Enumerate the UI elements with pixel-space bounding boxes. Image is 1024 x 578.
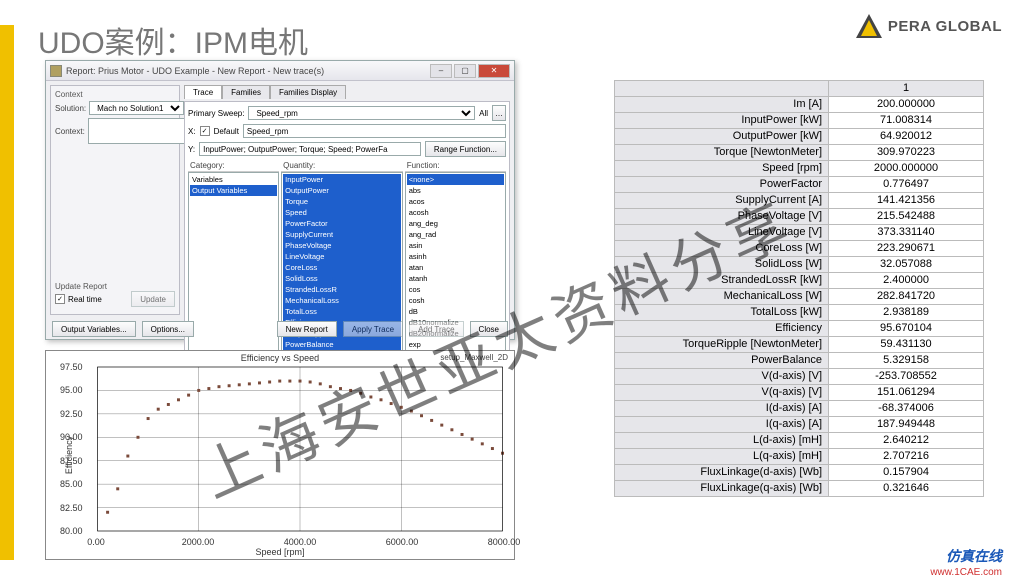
close-button[interactable]: ✕: [478, 64, 510, 78]
sweep-all-label: All: [479, 109, 488, 118]
table-row: Efficiency95.670104: [615, 321, 984, 337]
quantity-header: Quantity:: [281, 160, 403, 172]
options-button[interactable]: Options...: [142, 321, 194, 337]
efficiency-chart: Efficiency vs Speed setup_Maxwell_2D Eff…: [45, 350, 515, 560]
table-row: L(q-axis) [mH]2.707216: [615, 449, 984, 465]
close-dialog-button[interactable]: Close: [470, 321, 508, 337]
update-group-label: Update Report: [55, 282, 175, 291]
table-row: TorqueRipple [NewtonMeter]59.431130: [615, 337, 984, 353]
chart-legend: setup_Maxwell_2D: [440, 353, 508, 362]
table-row: LineVoltage [V]373.331140: [615, 225, 984, 241]
table-row: FluxLinkage(q-axis) [Wb]0.321646: [615, 481, 984, 497]
minimize-button[interactable]: –: [430, 64, 452, 78]
sweep-more-button[interactable]: …: [492, 105, 506, 121]
table-row: StrandedLossR [kW]2.400000: [615, 273, 984, 289]
table-row: OutputPower [kW]64.920012: [615, 129, 984, 145]
dialog-icon: [50, 65, 62, 77]
table-row: SolidLoss [W]32.057088: [615, 257, 984, 273]
sweep-combo[interactable]: Speed_rpm: [248, 106, 475, 120]
update-button[interactable]: Update: [131, 291, 175, 307]
context-group-label: Context: [55, 90, 175, 99]
table-row: PowerBalance5.329158: [615, 353, 984, 369]
table-row: V(d-axis) [V]-253.708552: [615, 369, 984, 385]
table-row: Torque [NewtonMeter]309.970223: [615, 145, 984, 161]
logo-icon: [856, 14, 882, 38]
table-row: SupplyCurrent [A]141.421356: [615, 193, 984, 209]
function-header: Function:: [405, 160, 506, 172]
new-report-button[interactable]: New Report: [277, 321, 337, 337]
table-row: TotalLoss [kW]2.938189: [615, 305, 984, 321]
x-label: X:: [188, 127, 196, 136]
solution-combo[interactable]: Mach no Solution1: [89, 101, 184, 115]
footer-url: www.1CAE.com: [930, 567, 1002, 578]
report-dialog: Report: Prius Motor - UDO Example - New …: [45, 60, 515, 340]
category-header: Category:: [188, 160, 279, 172]
table-row: Speed [rpm]2000.000000: [615, 161, 984, 177]
slide-title: UDO案例：IPM电机: [38, 18, 308, 62]
x-value-input[interactable]: [243, 124, 506, 138]
context-label: Context:: [55, 127, 85, 136]
brand-logo: PERA GLOBAL: [856, 14, 1002, 38]
add-trace-button[interactable]: Add Trace: [409, 321, 463, 337]
table-row: I(d-axis) [A]-68.374006: [615, 401, 984, 417]
y-label: Y:: [188, 145, 195, 154]
footer-brand: 仿真在线: [946, 546, 1002, 566]
context-panel: Context Solution: Mach no Solution1 Cont…: [50, 85, 180, 315]
results-table: 1 Im [A]200.000000InputPower [kW]71.0083…: [614, 80, 984, 497]
sweep-label: Primary Sweep:: [188, 109, 244, 118]
dialog-title: Report: Prius Motor - UDO Example - New …: [66, 66, 430, 76]
realtime-checkbox[interactable]: ✓: [55, 294, 65, 304]
table-row: I(q-axis) [A]187.949448: [615, 417, 984, 433]
tab-trace[interactable]: Trace: [184, 85, 222, 99]
tab-families-display[interactable]: Families Display: [270, 85, 346, 99]
trace-tabs: Trace Families Families Display: [184, 85, 510, 99]
realtime-label: Real time: [68, 295, 102, 304]
apply-trace-button[interactable]: Apply Trace: [343, 321, 403, 337]
chart-title: Efficiency vs Speed: [241, 353, 319, 363]
table-row: CoreLoss [W]223.290671: [615, 241, 984, 257]
results-header: 1: [829, 81, 984, 97]
range-function-button[interactable]: Range Function...: [425, 141, 506, 157]
output-variables-button[interactable]: Output Variables...: [52, 321, 136, 337]
maximize-button[interactable]: ▢: [454, 64, 476, 78]
table-row: PowerFactor0.776497: [615, 177, 984, 193]
y-value-input[interactable]: [199, 142, 421, 156]
table-row: Im [A]200.000000: [615, 97, 984, 113]
x-default-label: Default: [214, 127, 239, 136]
table-row: MechanicalLoss [W]282.841720: [615, 289, 984, 305]
table-row: InputPower [kW]71.008314: [615, 113, 984, 129]
table-row: V(q-axis) [V]151.061294: [615, 385, 984, 401]
x-default-checkbox[interactable]: ✓: [200, 126, 210, 136]
brand-name: PERA GLOBAL: [888, 18, 1002, 35]
slide-accent-bar: [0, 25, 14, 560]
dialog-titlebar[interactable]: Report: Prius Motor - UDO Example - New …: [46, 61, 514, 81]
chart-plot-area: 80.0082.5085.0087.5090.0092.5095.0097.50…: [96, 367, 504, 531]
tab-families[interactable]: Families: [222, 85, 270, 99]
table-row: PhaseVoltage [V]215.542488: [615, 209, 984, 225]
solution-label: Solution:: [55, 104, 86, 113]
table-row: FluxLinkage(d-axis) [Wb]0.157904: [615, 465, 984, 481]
table-row: L(d-axis) [mH]2.640212: [615, 433, 984, 449]
chart-xlabel: Speed [rpm]: [255, 547, 304, 557]
